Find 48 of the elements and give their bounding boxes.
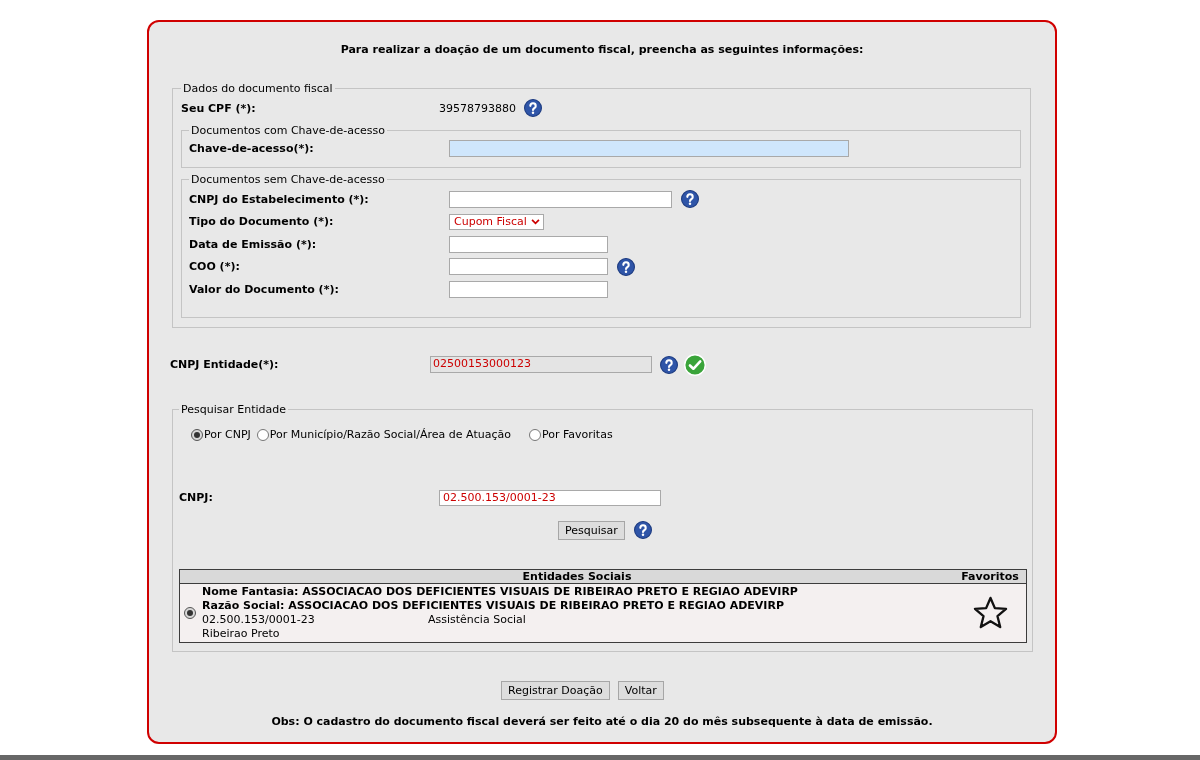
form-button[interactable]: Voltar bbox=[617, 680, 664, 700]
entity-trade-name: Nome Fantasia: ASSOCIACAO DOS DEFICIENTES VISUAIS DE RIBEIRAO PRETO E REGIAO ADEVIRP bbox=[202, 584, 798, 599]
radio-button[interactable] bbox=[191, 428, 203, 441]
option-label: Por Favoritas bbox=[542, 428, 613, 441]
text-input[interactable] bbox=[449, 280, 608, 298]
cpf-value: 39578793880 bbox=[439, 101, 516, 115]
text-input[interactable] bbox=[449, 235, 608, 253]
field-label: Chave-de-acesso(*): bbox=[189, 141, 314, 155]
column-header: Entidades Sociais bbox=[522, 569, 632, 583]
help-icon[interactable] bbox=[633, 521, 652, 539]
option-label: Por Município/Razão Social/Área de Atuação bbox=[269, 428, 511, 441]
radio-button[interactable] bbox=[184, 606, 196, 619]
radio-button[interactable] bbox=[529, 428, 541, 441]
field-label: Valor do Documento (*): bbox=[189, 282, 339, 296]
text-input[interactable] bbox=[449, 190, 672, 208]
radio-button[interactable] bbox=[256, 428, 269, 441]
fieldset-legend: Documentos sem Chave-de-acesso bbox=[189, 173, 387, 186]
cnpj-search-input[interactable]: 02.500.153/0001-23 bbox=[439, 489, 661, 506]
entity-legal-name: Razão Social: ASSOCIACAO DOS DEFICIENTES VISUAIS DE RIBEIRAO PRETO E REGIAO ADEVIRP bbox=[202, 598, 784, 613]
help-icon[interactable] bbox=[617, 257, 635, 276]
field-label: Seu CPF (*): bbox=[181, 101, 256, 115]
field-label: COO (*): bbox=[189, 260, 240, 274]
field-label: CNPJ Entidade(*): bbox=[170, 358, 279, 371]
form-instructions: Para realizar a doação de um documento fiscal, preencha as seguintes informações: bbox=[340, 43, 864, 56]
star-icon[interactable] bbox=[972, 596, 1008, 629]
help-icon[interactable] bbox=[681, 190, 699, 209]
entity-city: Ribeirao Preto bbox=[202, 626, 280, 641]
text-input[interactable] bbox=[449, 139, 849, 157]
fieldset-legend: Documentos com Chave-de-acesso bbox=[189, 124, 388, 137]
caret-icon bbox=[530, 218, 540, 225]
text-input[interactable] bbox=[449, 258, 608, 276]
field-label: Tipo do Documento (*): bbox=[189, 215, 334, 229]
option-label: Por CNPJ bbox=[204, 428, 251, 441]
field-label: CNPJ: bbox=[179, 491, 213, 504]
search-button[interactable]: Pesquisar bbox=[558, 520, 625, 540]
entity-area: Assistência Social bbox=[428, 612, 526, 627]
fieldset-legend: Pesquisar Entidade bbox=[179, 402, 288, 416]
deadline-note: Obs: O cadastro do documento fiscal deverá ser feito até o dia 20 do mês subsequente à data de emissão. bbox=[271, 714, 933, 728]
help-icon[interactable] bbox=[660, 355, 678, 374]
help-icon[interactable] bbox=[524, 99, 542, 117]
entity-cnpj: 02.500.153/0001-23 bbox=[202, 612, 315, 626]
column-header: Favoritos bbox=[961, 569, 1019, 583]
fieldset-legend: Dados do documento fiscal bbox=[181, 82, 335, 95]
field-label: Data de Emissão (*): bbox=[189, 237, 317, 251]
form-button[interactable]: Registrar Doação bbox=[501, 680, 610, 700]
document-type-select[interactable]: Cupom Fiscal bbox=[449, 213, 544, 230]
entity-cnpj-input[interactable]: 02500153000123 bbox=[430, 356, 652, 373]
field-label: CNPJ do Estabelecimento (*): bbox=[189, 192, 369, 206]
